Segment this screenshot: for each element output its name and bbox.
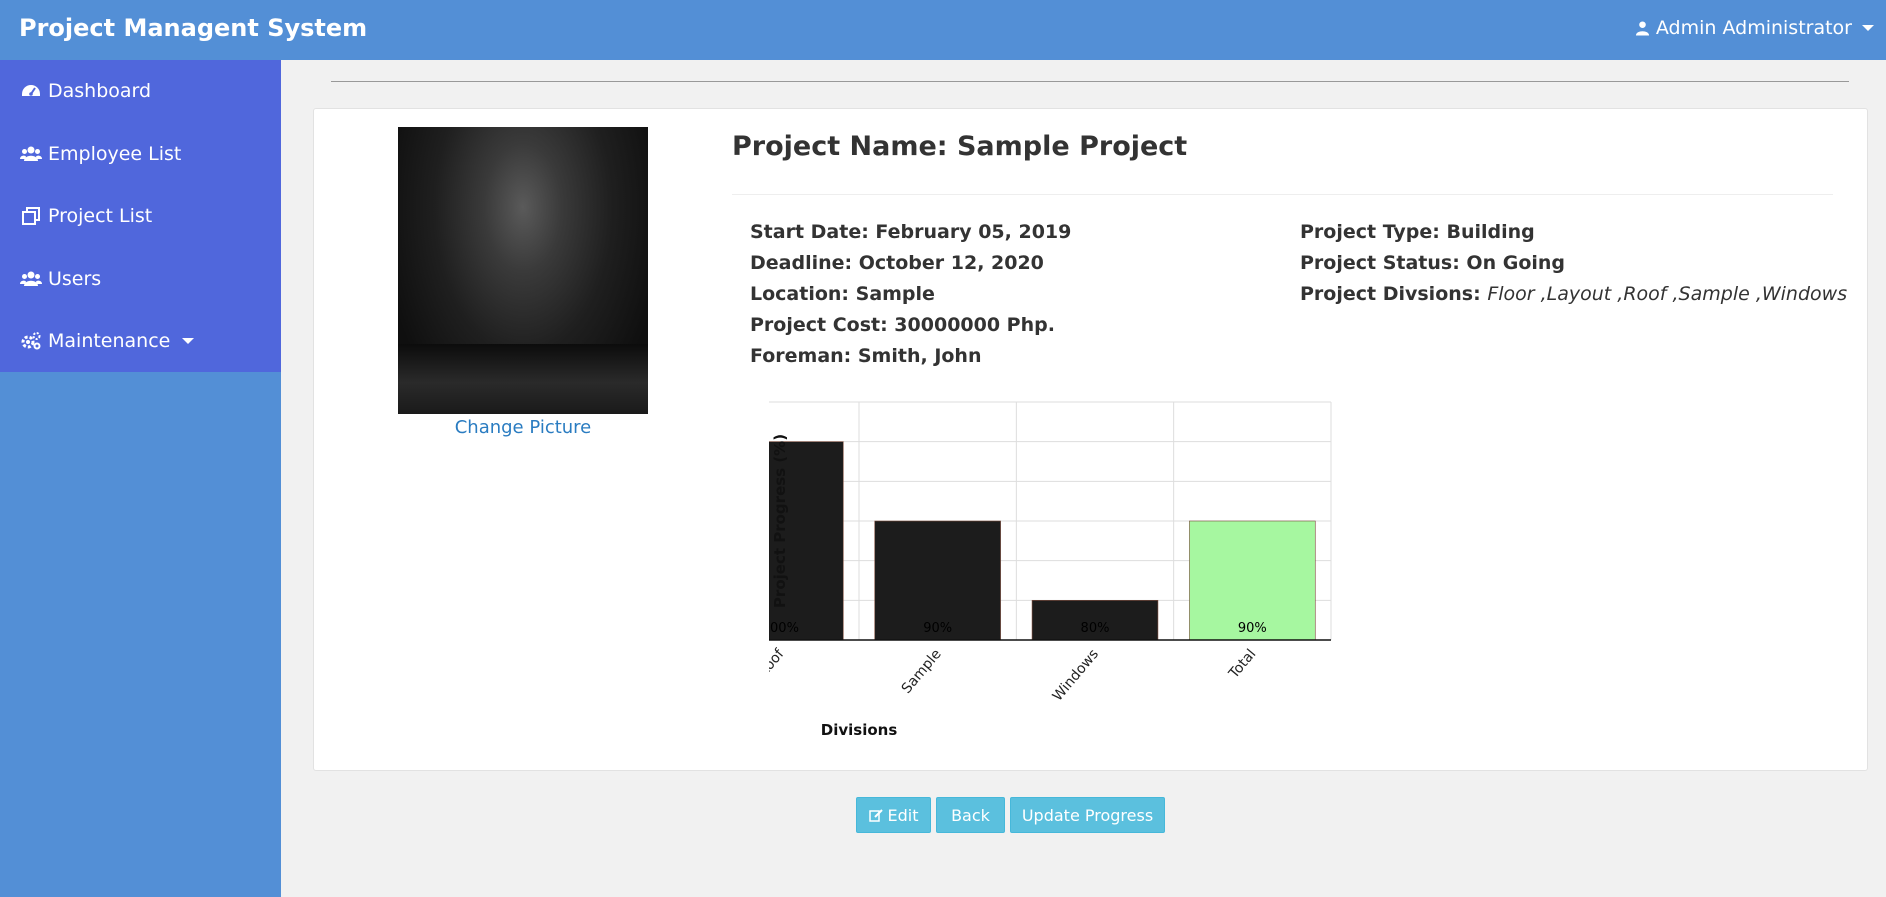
location: Location: Sample bbox=[750, 283, 935, 305]
sidebar-item-label: Project List bbox=[48, 205, 153, 228]
sidebar: Dashboard Employee List Project List Use… bbox=[0, 60, 281, 897]
bar-value-label: 90% bbox=[923, 621, 952, 636]
users-icon bbox=[20, 271, 42, 286]
project-type: Project Type: Building bbox=[1300, 221, 1535, 243]
bar-value-label: 100% bbox=[769, 621, 799, 636]
foreman: Foreman: Smith, John bbox=[750, 345, 982, 367]
bar-value-label: 80% bbox=[1081, 621, 1110, 636]
sidebar-item-users[interactable]: Users bbox=[0, 248, 281, 311]
dashboard-icon bbox=[22, 85, 40, 97]
project-status: Project Status: On Going bbox=[1300, 252, 1566, 274]
sidebar-item-label: Employee List bbox=[48, 142, 182, 165]
x-tick-label: Roof bbox=[769, 645, 788, 680]
sidebar-item-dashboard[interactable]: Dashboard bbox=[0, 60, 281, 123]
user-menu[interactable]: Admin Administrator bbox=[1635, 16, 1874, 40]
title-divider bbox=[732, 194, 1833, 195]
edit-button-label: Edit bbox=[887, 805, 919, 825]
progress-bar-chart: 758085909510010580%Floor100%Layout100%Ro… bbox=[769, 401, 1332, 739]
project-details-left: Start Date: February 05, 2019 Deadline: … bbox=[750, 217, 1071, 372]
edit-button[interactable]: Edit bbox=[856, 797, 931, 833]
sidebar-item-label: Dashboard bbox=[48, 80, 152, 103]
page-title: Project Name: Sample Project bbox=[732, 131, 1188, 162]
back-button-label: Back bbox=[951, 805, 990, 825]
top-navbar: Project Managent System Admin Administra… bbox=[0, 0, 1886, 60]
edit-icon bbox=[868, 809, 883, 822]
divisions-label: Project Divsions: bbox=[1300, 283, 1481, 305]
project-picture bbox=[398, 127, 648, 414]
caret-down-icon bbox=[1862, 25, 1874, 31]
divider bbox=[331, 81, 1849, 82]
sidebar-item-employee-list[interactable]: Employee List bbox=[0, 123, 281, 186]
change-picture-link[interactable]: Change Picture bbox=[398, 417, 648, 438]
sidebar-item-label: Users bbox=[48, 267, 102, 290]
update-progress-button[interactable]: Update Progress bbox=[1010, 797, 1165, 833]
users-icon bbox=[20, 146, 42, 161]
y-axis-title: Project Progress (%) bbox=[771, 434, 789, 608]
clone-icon bbox=[22, 207, 40, 226]
sidebar-item-project-list[interactable]: Project List bbox=[0, 185, 281, 248]
start-date: Start Date: February 05, 2019 bbox=[750, 221, 1072, 243]
x-axis-title: Divisions bbox=[821, 721, 898, 739]
sidebar-nav: Dashboard Employee List Project List Use… bbox=[0, 60, 281, 372]
sidebar-item-label: Maintenance bbox=[48, 330, 171, 353]
bar-value-label: 90% bbox=[1238, 621, 1267, 636]
user-icon bbox=[1635, 21, 1649, 36]
deadline: Deadline: October 12, 2020 bbox=[750, 252, 1044, 274]
x-tick-label: Total bbox=[1225, 646, 1259, 682]
back-button[interactable]: Back bbox=[936, 797, 1005, 833]
x-tick-label: Windows bbox=[1050, 646, 1102, 704]
project-detail-card: Change Picture Project Name: Sample Proj… bbox=[313, 108, 1868, 771]
project-divisions: Project Divsions: Floor ,Layout ,Roof ,S… bbox=[1300, 279, 1847, 310]
divisions-value: Floor ,Layout ,Roof ,Sample ,Windows bbox=[1487, 283, 1848, 305]
x-tick-label: Sample bbox=[899, 646, 945, 697]
sidebar-item-maintenance[interactable]: Maintenance bbox=[0, 310, 281, 373]
gears-icon bbox=[21, 332, 41, 350]
project-details-right: Project Type: Building Project Status: O… bbox=[1300, 217, 1847, 310]
project-cost: Project Cost: 30000000 Php. bbox=[750, 314, 1055, 336]
user-name: Admin Administrator bbox=[1655, 17, 1852, 39]
caret-down-icon bbox=[182, 338, 195, 345]
update-progress-button-label: Update Progress bbox=[1021, 805, 1154, 825]
app-title[interactable]: Project Managent System bbox=[19, 14, 367, 42]
